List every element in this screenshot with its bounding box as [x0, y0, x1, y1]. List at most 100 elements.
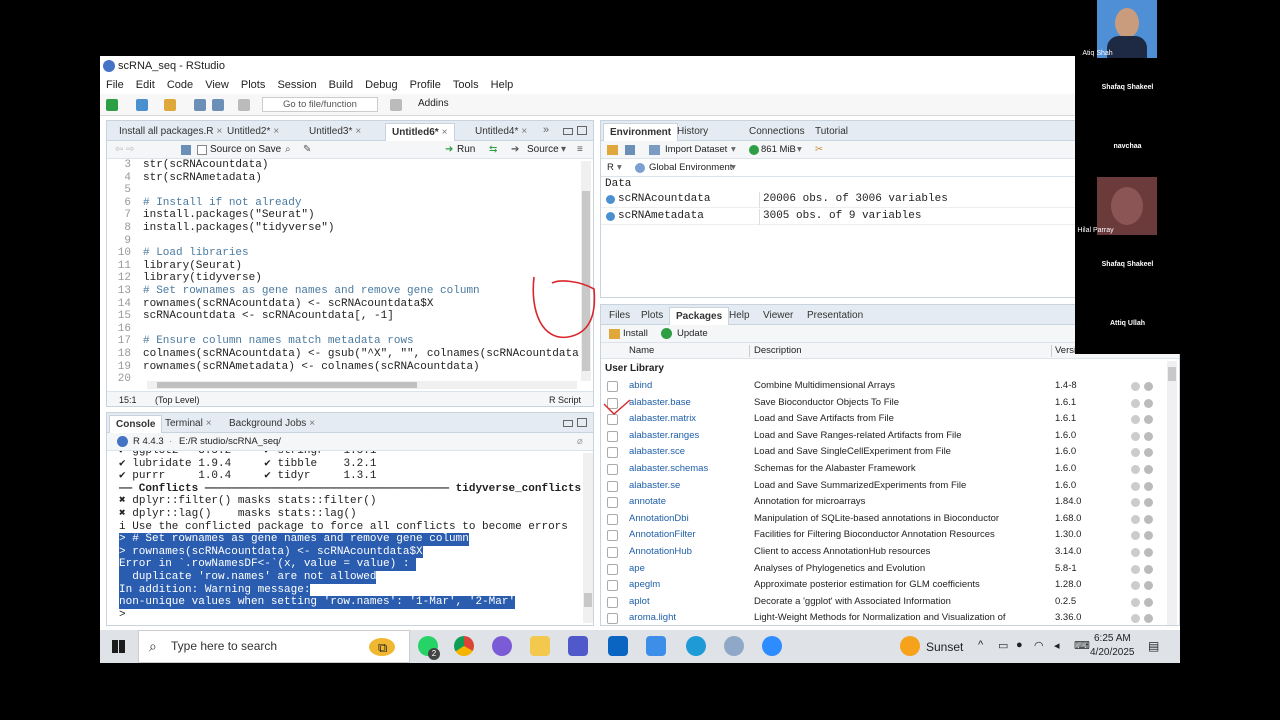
menu-profile[interactable]: Profile [410, 76, 441, 94]
browse-icon[interactable] [1131, 564, 1140, 574]
tab-console[interactable]: Console [109, 415, 163, 433]
package-name[interactable]: apeglm [629, 577, 660, 594]
new-project-icon[interactable] [136, 99, 148, 111]
package-row[interactable]: alabaster.schemas Schemas for the Alabast… [601, 461, 1166, 478]
chevron-down-icon[interactable]: ▾ [731, 141, 736, 159]
code-line[interactable]: 16 [107, 323, 143, 336]
chevron-down-icon[interactable]: ▾ [797, 141, 802, 159]
package-checkbox[interactable] [607, 430, 618, 442]
package-row[interactable]: alabaster.se Load and Save SummarizedExpe… [601, 478, 1166, 495]
code-line[interactable]: 18 colnames(scRNAcountdata) <- gsub("^X",… [107, 348, 579, 361]
col-version[interactable]: Versi [1055, 343, 1076, 359]
browse-icon[interactable] [1131, 614, 1140, 624]
code-editor[interactable]: 3 str(scRNAcountdata) 4 str(scRNAmetadata) 5… [107, 159, 579, 381]
tab-environment[interactable]: Environment [603, 123, 679, 141]
browse-icon[interactable] [1131, 431, 1140, 441]
package-name[interactable]: annotate [629, 494, 666, 511]
package-name[interactable]: abind [629, 378, 652, 395]
network-icon[interactable]: ▭ [998, 639, 1008, 652]
maximize-pane-icon[interactable] [577, 418, 587, 427]
tab-history[interactable]: History [671, 123, 714, 141]
taskbar-search[interactable]: ⌕ Type here to search [138, 630, 410, 663]
console-output[interactable]: ✔ ggplot2 3.5.2 ✔ stringr 1.5.1 ✔ lubrida… [107, 451, 581, 625]
open-workspace-icon[interactable] [607, 145, 618, 155]
close-icon[interactable]: × [309, 418, 315, 429]
browse-icon[interactable] [1131, 581, 1140, 591]
package-row[interactable]: alabaster.base Save Bioconductor Objects … [601, 395, 1166, 412]
copilot-icon[interactable] [492, 636, 512, 656]
tab-background-jobs[interactable]: Background Jobs × [223, 415, 321, 433]
package-row[interactable]: ape Analyses of Phylogenetics and Evoluti… [601, 561, 1166, 578]
scrollbar-thumb[interactable] [1168, 367, 1176, 381]
magic-wand-icon[interactable]: ✎ [303, 141, 311, 159]
package-name[interactable]: alabaster.base [629, 395, 691, 412]
browse-icon[interactable] [1131, 498, 1140, 508]
menu-debug[interactable]: Debug [365, 76, 397, 94]
package-checkbox[interactable] [607, 580, 618, 592]
save-workspace-icon[interactable] [625, 145, 635, 155]
package-name[interactable]: alabaster.ranges [629, 428, 699, 445]
packages-scrollbar[interactable] [1167, 361, 1177, 625]
package-checkbox[interactable] [607, 513, 618, 525]
close-icon[interactable]: × [442, 127, 448, 138]
windows-start-icon[interactable] [112, 640, 125, 653]
package-row[interactable]: aplot Decorate a 'ggplot' with Associated… [601, 594, 1166, 611]
browse-icon[interactable] [1131, 415, 1140, 425]
remove-package-icon[interactable] [1144, 448, 1153, 458]
close-icon[interactable]: × [521, 126, 527, 137]
package-name[interactable]: aplot [629, 594, 650, 611]
package-row[interactable]: aroma.light Light-Weight Methods for Norm… [601, 610, 1166, 625]
grid-layout-icon[interactable] [390, 99, 402, 111]
remove-package-icon[interactable] [1144, 398, 1153, 408]
browse-icon[interactable] [1131, 382, 1140, 391]
close-icon[interactable]: × [273, 126, 279, 137]
clock-date[interactable]: 4/20/2025 [1090, 647, 1135, 658]
package-checkbox[interactable] [607, 381, 618, 392]
tab-viewer[interactable]: Viewer [757, 307, 799, 325]
tab-connections[interactable]: Connections [743, 123, 811, 141]
package-name[interactable]: AnnotationDbi [629, 511, 689, 528]
tab-untitled2[interactable]: Untitled2* × [221, 123, 285, 141]
memory-usage[interactable]: 861 MiB [761, 141, 796, 159]
browse-icon[interactable] [1131, 597, 1140, 607]
browse-icon[interactable] [1131, 548, 1140, 557]
code-line[interactable]: 14 rownames(scRNAcountdata) <- scRNAcount… [107, 298, 434, 311]
expand-icon[interactable] [606, 212, 615, 221]
teams-icon[interactable] [568, 636, 588, 656]
code-line[interactable]: 19 rownames(scRNAmetadata) <- colnames(sc… [107, 361, 480, 374]
tab-untitled6[interactable]: Untitled6* × [385, 123, 455, 141]
tab-untitled4[interactable]: Untitled4* × [469, 123, 533, 141]
menu-help[interactable]: Help [491, 76, 514, 94]
package-checkbox[interactable] [607, 480, 618, 492]
editor-horizontal-scrollbar[interactable] [147, 381, 577, 389]
open-file-icon[interactable] [164, 99, 176, 111]
menu-view[interactable]: View [205, 76, 229, 94]
scope-selector[interactable]: Global Environment [649, 159, 732, 177]
rstudio-taskbar-icon[interactable] [724, 636, 744, 656]
remove-package-icon[interactable] [1144, 415, 1153, 425]
browse-icon[interactable] [1131, 465, 1140, 474]
save-file-icon[interactable] [181, 145, 191, 155]
install-button[interactable]: Install [623, 325, 648, 343]
minimize-pane-icon[interactable] [563, 420, 573, 427]
package-row[interactable]: alabaster.matrix Load and Save Artifacts … [601, 411, 1166, 428]
package-name[interactable]: AnnotationFilter [629, 527, 696, 544]
package-row[interactable]: AnnotationFilter Facilities for Filtering… [601, 527, 1166, 544]
package-checkbox[interactable] [607, 613, 618, 625]
package-row[interactable]: annotate Annotation for microarrays 1.84.0 [601, 494, 1166, 511]
menu-code[interactable]: Code [167, 76, 193, 94]
run-button[interactable]: Run [457, 141, 475, 159]
tab-presentation[interactable]: Presentation [801, 307, 869, 325]
remove-package-icon[interactable] [1144, 481, 1153, 491]
package-name[interactable]: alabaster.se [629, 478, 680, 495]
browse-icon[interactable] [1131, 514, 1140, 524]
file-explorer-icon[interactable] [530, 636, 550, 656]
go-to-file-input[interactable]: Go to file/function [262, 97, 378, 112]
addins-button[interactable]: Addins [418, 98, 449, 109]
tab-files[interactable]: Files [603, 307, 636, 325]
import-dataset-button[interactable]: Import Dataset [665, 141, 727, 159]
package-checkbox[interactable] [607, 447, 618, 459]
chrome-icon[interactable] [454, 636, 474, 656]
package-name[interactable]: alabaster.sce [629, 444, 685, 461]
code-line[interactable]: 10 # Load libraries [107, 247, 249, 260]
